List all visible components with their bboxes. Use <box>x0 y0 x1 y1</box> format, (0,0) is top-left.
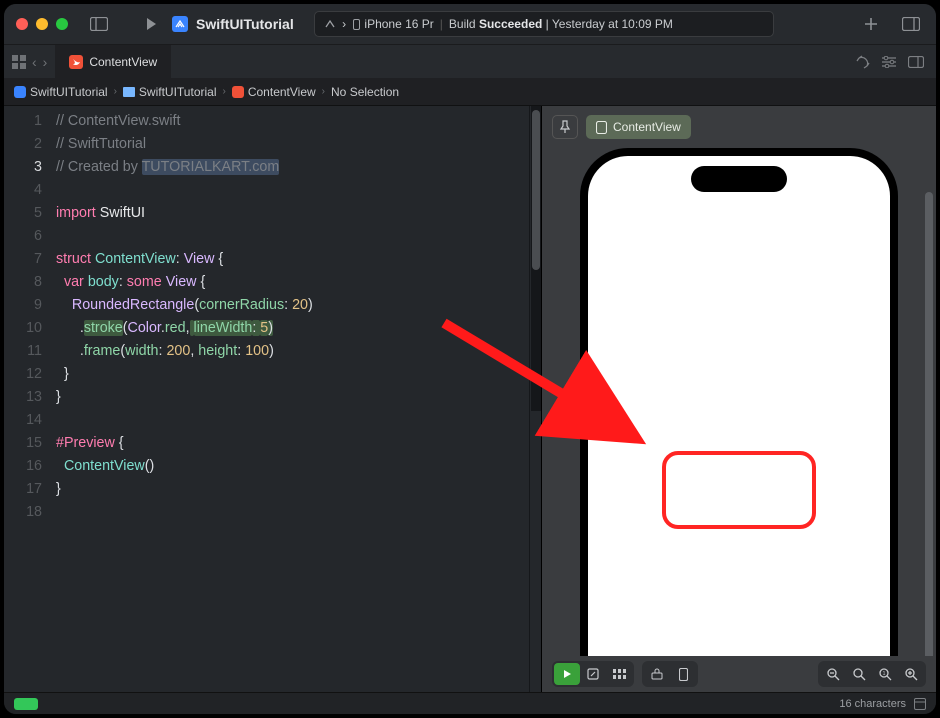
toggle-navigator-icon[interactable] <box>86 12 112 36</box>
line-gutter: 123456789101112131415161718 <box>4 106 56 692</box>
preview-pane: ContentView <box>541 106 936 692</box>
minimize-window-button[interactable] <box>36 18 48 30</box>
zoom-in-button[interactable] <box>898 663 924 685</box>
nav-cluster: ‹ › <box>4 45 55 78</box>
swift-icon <box>232 86 244 98</box>
nav-forward-button[interactable]: › <box>43 54 48 70</box>
run-button[interactable] <box>138 12 164 36</box>
traffic-lights <box>16 18 68 30</box>
nav-back-button[interactable]: ‹ <box>32 54 37 70</box>
dynamic-island <box>691 166 787 192</box>
variants-preview-button[interactable] <box>606 663 632 685</box>
footer-outline-icon[interactable] <box>914 698 926 710</box>
footer: 16 characters <box>4 692 936 714</box>
swift-icon <box>69 55 83 69</box>
live-preview-button[interactable] <box>554 663 580 685</box>
rounded-rectangle-preview <box>662 451 816 529</box>
titlebar: SwiftUITutorial › iPhone 16 Pr | Build S… <box>4 4 936 44</box>
related-items-icon[interactable] <box>12 55 26 69</box>
status-bar[interactable]: › iPhone 16 Pr | Build Succeeded | Yeste… <box>314 11 774 37</box>
device-icon <box>596 121 607 134</box>
editor-layout-icon[interactable] <box>908 56 924 68</box>
device-settings-button[interactable] <box>644 663 670 685</box>
tab-label: ContentView <box>89 55 157 69</box>
code-area[interactable]: // ContentView.swift// SwiftTutorial// C… <box>56 106 529 692</box>
build-status-text: Build Succeeded | Yesterday at 10:09 PM <box>449 17 673 31</box>
pin-preview-button[interactable] <box>552 115 578 139</box>
orientation-button[interactable] <box>670 663 696 685</box>
svg-text:1: 1 <box>882 671 885 677</box>
zoom-actual-button[interactable]: 1 <box>872 663 898 685</box>
preview-header: ContentView <box>542 106 936 148</box>
add-button[interactable] <box>858 12 884 36</box>
preview-target-chip[interactable]: ContentView <box>586 115 691 139</box>
device-name: iPhone 16 Pr <box>364 17 433 31</box>
project-icon <box>172 16 188 32</box>
tab-contentview[interactable]: ContentView <box>55 45 171 78</box>
tab-strip: ‹ › ContentView <box>4 44 936 78</box>
editor-scrollbar[interactable] <box>531 106 541 411</box>
preview-zoom-group: 1 <box>818 661 926 687</box>
xcode-window: SwiftUITutorial › iPhone 16 Pr | Build S… <box>4 4 936 714</box>
adjust-editor-icon[interactable] <box>882 56 896 68</box>
content-split: 123456789101112131415161718 // ContentVi… <box>4 106 936 692</box>
status-indicator[interactable] <box>14 698 38 710</box>
breadcrumb-item[interactable]: No Selection <box>331 85 399 99</box>
device-screen <box>588 156 890 656</box>
preview-scrollbar[interactable] <box>925 192 933 656</box>
titlebar-right <box>858 12 924 36</box>
preview-toolbar: 1 <box>542 656 936 692</box>
selectable-preview-button[interactable] <box>580 663 606 685</box>
toggle-inspectors-icon[interactable] <box>898 12 924 36</box>
code-editor[interactable]: 123456789101112131415161718 // ContentVi… <box>4 106 541 692</box>
device-frame <box>580 148 898 656</box>
tab-right-tools <box>856 45 936 78</box>
folder-icon <box>123 87 135 97</box>
refresh-icon[interactable] <box>856 55 870 69</box>
preview-chip-label: ContentView <box>613 120 681 134</box>
zoom-out-button[interactable] <box>820 663 846 685</box>
zoom-fit-button[interactable] <box>846 663 872 685</box>
preview-device-group <box>642 661 698 687</box>
breadcrumb-item[interactable]: SwiftUITutorial <box>123 85 217 99</box>
zoom-window-button[interactable] <box>56 18 68 30</box>
close-window-button[interactable] <box>16 18 28 30</box>
breadcrumb[interactable]: SwiftUITutorial › SwiftUITutorial › Cont… <box>4 78 936 106</box>
preview-mode-group <box>552 661 634 687</box>
selection-info: 16 characters <box>839 698 906 710</box>
preview-canvas[interactable] <box>542 148 936 656</box>
project-name[interactable]: SwiftUITutorial <box>196 16 294 32</box>
breadcrumb-item[interactable]: SwiftUITutorial <box>14 85 108 99</box>
scheme-device[interactable]: › iPhone 16 Pr <box>325 17 434 31</box>
breadcrumb-item[interactable]: ContentView <box>232 85 316 99</box>
